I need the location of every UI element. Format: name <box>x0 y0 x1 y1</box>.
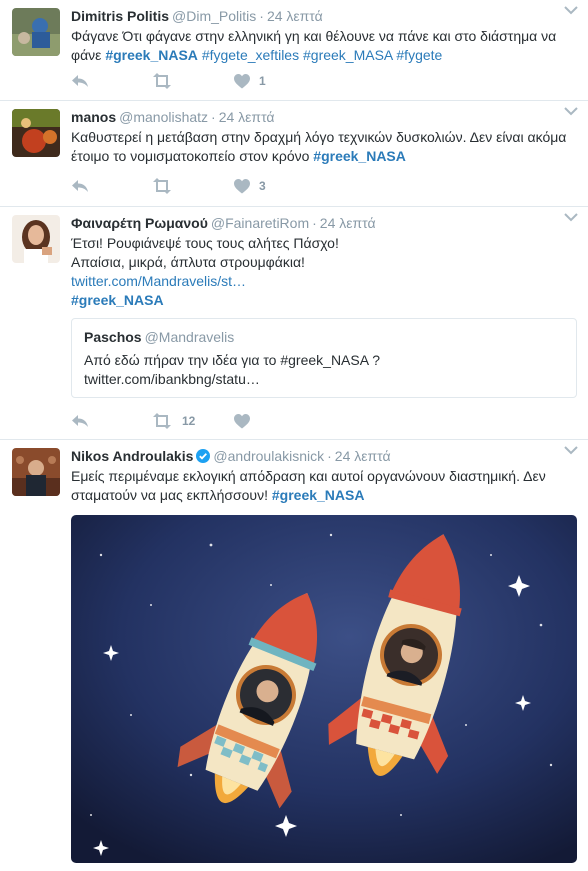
quoted-tweet[interactable]: Paschos @Mandravelis Από εδώ πήραν την ιδ… <box>71 318 577 398</box>
retweet-icon <box>153 413 171 429</box>
hashtag-link[interactable]: #fygete_xeftiles <box>202 47 299 63</box>
like-icon <box>234 413 250 428</box>
hashtag-link[interactable]: #greek_NASA <box>71 291 576 310</box>
tweet[interactable]: Φαιναρέτη Ρωμανού @FainaretiRom · 24 λεπτά … <box>0 207 588 440</box>
retweet-icon <box>153 178 171 194</box>
author-name[interactable]: Dimitris Politis <box>71 8 169 24</box>
separator: · <box>211 109 216 125</box>
reply-button[interactable] <box>71 177 89 195</box>
timestamp[interactable]: 24 λεπτά <box>219 109 275 125</box>
tweet-text: Φάγανε Ότι φάγανε στην ελληνική γη και θ… <box>71 27 576 65</box>
like-button[interactable]: 3 <box>234 177 266 195</box>
author-handle[interactable]: @Dim_Politis <box>172 8 256 24</box>
author-handle[interactable]: @androulakisnick <box>213 448 324 464</box>
tweet-actions: 3 <box>71 177 371 195</box>
author-name[interactable]: manos <box>71 109 116 125</box>
tweet-media-image[interactable] <box>71 515 577 863</box>
quoted-author-name: Paschos <box>84 329 142 345</box>
hashtag-link[interactable]: #greek_NASA <box>313 148 406 164</box>
retweet-button[interactable] <box>151 72 173 90</box>
author-name[interactable]: Nikos Androulakis <box>71 448 193 464</box>
reply-button[interactable] <box>71 412 89 430</box>
retweet-icon <box>153 73 171 89</box>
author-handle[interactable]: @manolishatz <box>119 109 208 125</box>
tweet-text: Καθυστερεί η μετάβαση στην δραχμή λόγο τ… <box>71 128 576 166</box>
tweet-actions: 12 <box>71 412 371 430</box>
retweet-button[interactable]: 12 <box>151 412 195 430</box>
avatar[interactable] <box>12 8 60 56</box>
timestamp[interactable]: 24 λεπτά <box>267 8 323 24</box>
caret-down-icon[interactable] <box>564 212 578 222</box>
like-count: 1 <box>259 74 266 88</box>
separator: · <box>259 8 264 24</box>
tweet-text: Εμείς περιμέναμε εκλογική απόδραση και α… <box>71 467 576 505</box>
like-icon <box>234 178 250 193</box>
caret-down-icon[interactable] <box>564 106 578 116</box>
like-icon <box>234 73 250 88</box>
tweet-text-line: Απαίσια, μικρά, άπλυτα στρουμφάκια! <box>71 254 305 270</box>
avatar[interactable] <box>12 215 60 263</box>
avatar[interactable] <box>12 109 60 157</box>
hashtag-link[interactable]: #fygete <box>396 47 442 63</box>
reply-icon <box>72 180 88 192</box>
tweet-link[interactable]: twitter.com/Mandravelis/st… <box>71 272 576 291</box>
caret-down-icon[interactable] <box>564 445 578 455</box>
hashtag-link[interactable]: #greek_NASA <box>105 47 198 63</box>
quoted-author-handle: @Mandravelis <box>144 329 235 345</box>
like-count: 3 <box>259 179 266 193</box>
caret-down-icon[interactable] <box>564 5 578 15</box>
separator: · <box>312 215 317 231</box>
timestamp[interactable]: 24 λεπτά <box>320 215 376 231</box>
quoted-text: Από εδώ πήραν την ιδέα για το #greek_NAS… <box>84 352 380 368</box>
timestamp[interactable]: 24 λεπτά <box>335 448 391 464</box>
reply-icon <box>72 75 88 87</box>
tweet-text-line: Έτσι! Ρουφιάνεψέ τους τους αλήτες Πάσχο! <box>71 235 339 251</box>
quoted-link: twitter.com/ibankbng/statu… <box>84 371 260 387</box>
author-name[interactable]: Φαιναρέτη Ρωμανού <box>71 215 208 231</box>
reply-icon <box>72 415 88 427</box>
retweet-button[interactable] <box>151 177 173 195</box>
rocket-illustration <box>71 515 577 863</box>
like-button[interactable] <box>234 412 250 430</box>
tweet-actions: 1 <box>71 72 371 90</box>
reply-button[interactable] <box>71 72 89 90</box>
avatar[interactable] <box>12 448 60 496</box>
hashtag-link[interactable]: #greek_NASA <box>272 487 365 503</box>
like-button[interactable]: 1 <box>234 72 266 90</box>
tweet[interactable]: manos @manolishatz · 24 λεπτά Καθυστερεί η … <box>0 101 588 207</box>
separator: · <box>327 448 332 464</box>
retweet-count: 12 <box>182 414 196 428</box>
tweet-text: Έτσι! Ρουφιάνεψέ τους τους αλήτες Πάσχο!… <box>71 234 576 310</box>
hashtag-link[interactable]: #greek_MASA <box>303 47 393 63</box>
verified-icon <box>196 449 211 463</box>
author-handle[interactable]: @FainaretiRom <box>211 215 309 231</box>
tweet[interactable]: Dimitris Politis @Dim_Politis · 24 λεπτά Φά… <box>0 0 588 101</box>
